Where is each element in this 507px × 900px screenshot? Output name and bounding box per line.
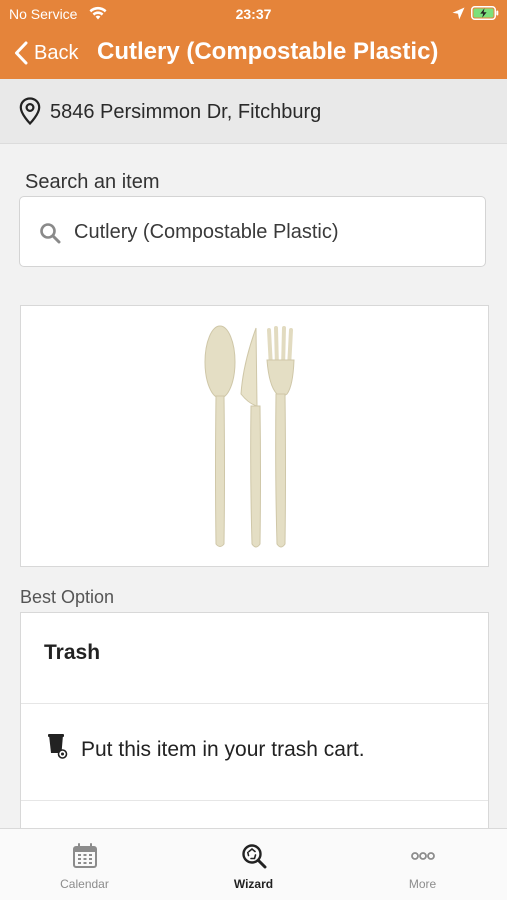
- chevron-left-icon: [15, 41, 28, 65]
- search-field[interactable]: [19, 196, 486, 267]
- location-arrow-icon: [452, 7, 465, 20]
- page-title: Cutlery (Compostable Plastic): [97, 38, 439, 65]
- item-image-card: [20, 305, 489, 567]
- calendar-icon: [73, 843, 97, 868]
- screen: No Service 23:37 Back Cutlery (Compostab…: [0, 0, 507, 900]
- wizard-search-icon: [242, 844, 267, 869]
- status-bar: No Service 23:37: [0, 0, 507, 28]
- option-title-row: Trash: [21, 613, 488, 704]
- best-option-card: Trash Put this item in your trash cart.: [20, 612, 489, 842]
- cutlery-illustration: [204, 325, 295, 548]
- option-instruction: Put this item in your trash cart.: [81, 738, 365, 761]
- address-text: 5846 Persimmon Dr, Fitchburg: [50, 101, 322, 123]
- tab-wizard[interactable]: Wizard: [169, 829, 338, 900]
- nav-bar: Back Cutlery (Compostable Plastic): [0, 28, 507, 79]
- tab-more-label: More: [408, 877, 437, 891]
- tab-bar: Calendar Wizard More: [0, 828, 507, 900]
- search-label: Search an item: [25, 171, 160, 193]
- back-button[interactable]: Back: [14, 38, 78, 68]
- more-dots-icon: [411, 852, 435, 860]
- header: No Service 23:37 Back Cutlery (Compostab…: [0, 0, 507, 79]
- option-instruction-row: Put this item in your trash cart.: [21, 703, 488, 801]
- best-option-label: Best Option: [20, 587, 115, 607]
- tab-calendar-label: Calendar: [60, 877, 109, 891]
- battery-charging-icon: [471, 6, 499, 20]
- tab-wizard-label: Wizard: [233, 877, 274, 891]
- tab-more[interactable]: More: [338, 829, 507, 900]
- tab-calendar[interactable]: Calendar: [0, 829, 169, 900]
- search-input[interactable]: [74, 215, 474, 249]
- back-label: Back: [34, 41, 79, 64]
- search-icon: [40, 223, 61, 244]
- map-pin-icon: [19, 97, 41, 125]
- trash-cart-icon: [48, 734, 68, 759]
- status-time: 23:37: [235, 6, 272, 22]
- address-bar[interactable]: 5846 Persimmon Dr, Fitchburg: [0, 79, 507, 144]
- option-title: Trash: [44, 641, 101, 664]
